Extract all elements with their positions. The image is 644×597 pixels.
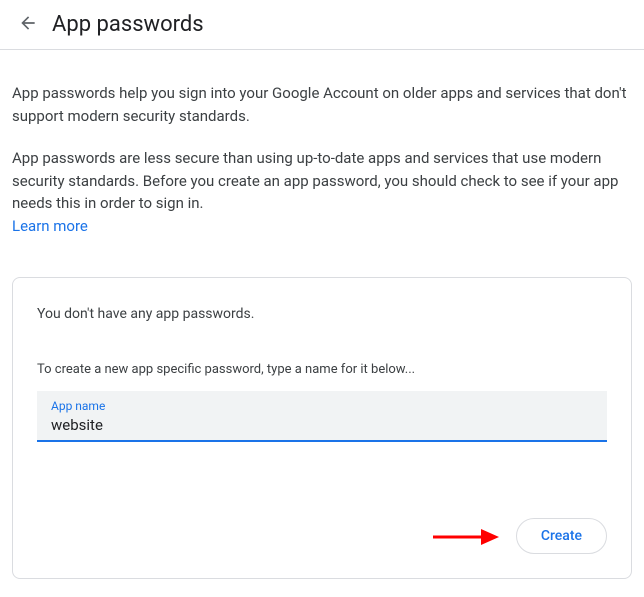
instruction-text: To create a new app specific password, t… (37, 362, 607, 377)
empty-state-text: You don't have any app passwords. (37, 306, 607, 322)
annotation-arrow-icon (431, 526, 499, 552)
button-row: Create (37, 518, 607, 554)
description-text-2: App passwords are less secure than using… (12, 147, 632, 237)
app-name-input[interactable] (51, 416, 593, 434)
learn-more-link[interactable]: Learn more (12, 215, 88, 238)
page-header: App passwords (0, 0, 644, 50)
create-button[interactable]: Create (516, 518, 607, 554)
main-content: App passwords help you sign into your Go… (0, 50, 644, 579)
description-text-1: App passwords help you sign into your Go… (12, 82, 632, 127)
back-button[interactable] (16, 13, 40, 37)
page-title: App passwords (52, 12, 204, 37)
description-text-2-body: App passwords are less secure than using… (12, 149, 618, 212)
app-name-label: App name (51, 399, 593, 413)
app-passwords-card: You don't have any app passwords. To cre… (12, 277, 632, 579)
app-name-input-wrapper[interactable]: App name (37, 391, 607, 442)
arrow-left-icon (18, 13, 38, 37)
